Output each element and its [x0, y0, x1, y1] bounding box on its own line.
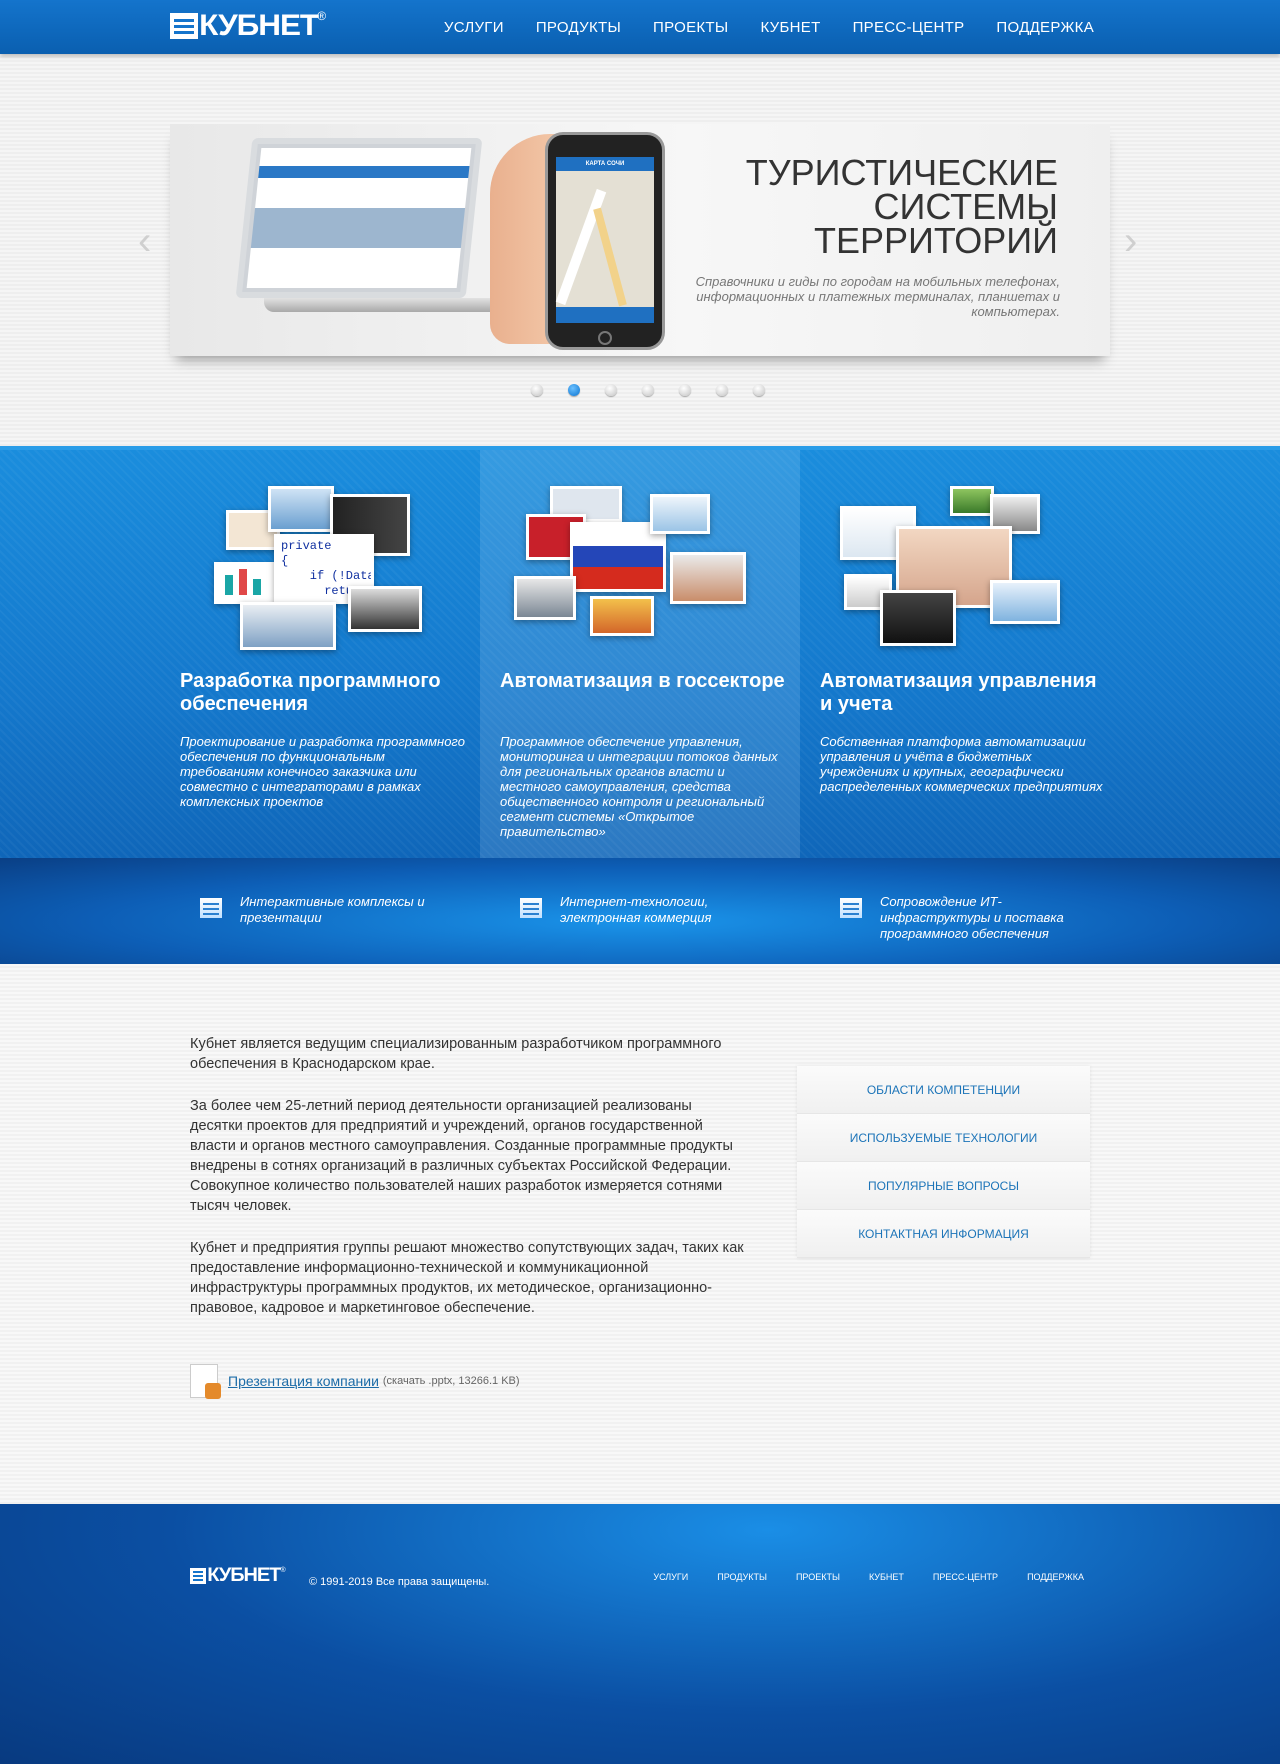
pptx-file-icon	[190, 1364, 221, 1399]
presentation-download: Презентация компании (скачать .pptx, 132…	[190, 1364, 520, 1399]
about-paragraph: Кубнет является ведущим специализированн…	[190, 1036, 722, 1072]
feature-interactive-complexes[interactable]: Интерактивные комплексы и презентации	[200, 894, 440, 926]
slider-pagination	[531, 384, 765, 396]
about-paragraph: Кубнет и предприятия группы решают множе…	[190, 1240, 744, 1316]
service-description: Программное обеспечение управления, мони…	[500, 734, 778, 839]
service-management-accounting[interactable]: Автоматизация управления и учета Собстве…	[800, 450, 1120, 862]
main-nav: УСЛУГИ ПРОДУКТЫ ПРОЕКТЫ КУБНЕТ ПРЕСС-ЦЕН…	[444, 0, 1094, 54]
document-icon	[520, 898, 542, 918]
download-file-info: (скачать .pptx, 13266.1 KB)	[382, 1375, 520, 1387]
slider-dot[interactable]	[753, 384, 765, 396]
service-title: Автоматизация управления и учета	[820, 670, 1097, 715]
slider-dot[interactable]	[531, 384, 543, 396]
service-title: Разработка программного обеспечения	[180, 670, 441, 715]
nav-link-products[interactable]: ПРОДУКТЫ	[536, 19, 621, 36]
feature-internet-technologies[interactable]: Интернет-технологии, электронная коммерц…	[520, 894, 760, 926]
slide-tourism-systems[interactable]: КАРТА СОЧИ ТУРИСТИЧЕСКИЕ СИСТЕМЫ ТЕРРИТО…	[170, 124, 1110, 356]
logo-text: КУБНЕТ	[199, 9, 319, 42]
footer-link-products[interactable]: ПРОДУКТЫ	[717, 1572, 767, 1582]
service-title: Автоматизация в госсекторе	[500, 670, 785, 692]
nav-link-projects[interactable]: ПРОЕКТЫ	[653, 19, 728, 36]
service-government-automation[interactable]: Автоматизация в госсекторе Программное о…	[480, 450, 800, 862]
nav-link-company[interactable]: КУБНЕТ	[760, 19, 820, 36]
nav-link-services[interactable]: УСЛУГИ	[444, 19, 504, 36]
footer-link-services[interactable]: УСЛУГИ	[653, 1572, 688, 1582]
hero-slider: ‹ › КАРТА СОЧИ ТУРИСТИЧЕСКИЕ СИСТЕМЫ ТЕР…	[0, 54, 1280, 446]
phone-home-button-icon	[598, 331, 612, 345]
government-collage-image	[510, 486, 750, 648]
service-description: Проектирование и разработка программного…	[180, 734, 465, 809]
presentation-download-link[interactable]: Презентация компании	[228, 1373, 379, 1389]
copyright-text: © 1991-2019 Все права защищены.	[309, 1576, 490, 1588]
footer-logo[interactable]: КУБНЕТ ®	[190, 1566, 286, 1585]
document-icon	[200, 898, 222, 918]
footer-link-press-center[interactable]: ПРЕСС-ЦЕНТР	[933, 1572, 998, 1582]
about-paragraph: За более чем 25-летний период деятельнос…	[190, 1098, 733, 1214]
service-software-development[interactable]: private { if (!DataGr return; Разработка…	[160, 450, 480, 862]
slide-title: ТУРИСТИЧЕСКИЕ СИСТЕМЫ ТЕРРИТОРИЙ	[745, 152, 1058, 261]
slider-dot[interactable]	[605, 384, 617, 396]
services-section: private { if (!DataGr return; Разработка…	[0, 446, 1280, 862]
nav-link-press-center[interactable]: ПРЕСС-ЦЕНТР	[853, 19, 965, 36]
phone-map-screen: КАРТА СОЧИ	[555, 157, 654, 323]
logo-icon	[190, 1568, 206, 1584]
top-navigation-bar: КУБНЕТ ® УСЛУГИ ПРОДУКТЫ ПРОЕКТЫ КУБНЕТ …	[0, 0, 1280, 54]
smartphone-image: КАРТА СОЧИ	[545, 132, 665, 350]
about-text: Кубнет является ведущим специализированн…	[190, 1034, 745, 1340]
logo-registered-mark: ®	[317, 9, 327, 23]
slider-dot[interactable]	[642, 384, 654, 396]
slider-dot[interactable]	[716, 384, 728, 396]
side-menu-competence-areas[interactable]: ОБЛАСТИ КОМПЕТЕНЦИИ	[797, 1066, 1090, 1114]
logo-icon	[170, 13, 198, 39]
slider-dot[interactable]	[679, 384, 691, 396]
features-strip: Интерактивные комплексы и презентации Ин…	[0, 858, 1280, 964]
slider-next-arrow-icon[interactable]: ›	[1124, 219, 1137, 264]
side-menu-faq[interactable]: ПОПУЛЯРНЫЕ ВОПРОСЫ	[797, 1162, 1090, 1210]
slider-dot-active[interactable]	[568, 384, 580, 396]
software-collage-image: private { if (!DataGr return;	[190, 486, 430, 650]
nav-link-support[interactable]: ПОДДЕРЖКА	[996, 19, 1094, 36]
footer: КУБНЕТ ® © 1991-2019 Все права защищены.…	[0, 1504, 1280, 1764]
site-logo[interactable]: КУБНЕТ ®	[170, 9, 326, 42]
side-menu-contacts[interactable]: КОНТАКТНАЯ ИНФОРМАЦИЯ	[797, 1210, 1090, 1258]
laptop-image	[235, 138, 514, 312]
side-menu: ОБЛАСТИ КОМПЕТЕНЦИИ ИСПОЛЬЗУЕМЫЕ ТЕХНОЛО…	[797, 1066, 1090, 1258]
footer-link-company[interactable]: КУБНЕТ	[869, 1572, 904, 1582]
about-section: Кубнет является ведущим специализированн…	[0, 964, 1280, 1504]
slide-description: Справочники и гиды по городам на мобильн…	[695, 274, 1060, 319]
footer-link-support[interactable]: ПОДДЕРЖКА	[1027, 1572, 1084, 1582]
slider-prev-arrow-icon[interactable]: ‹	[138, 219, 151, 264]
service-description: Собственная платформа автоматизации упра…	[820, 734, 1103, 794]
footer-link-projects[interactable]: ПРОЕКТЫ	[796, 1572, 840, 1582]
phone-map-header: КАРТА СОЧИ	[556, 157, 654, 171]
side-menu-technologies[interactable]: ИСПОЛЬЗУЕМЫЕ ТЕХНОЛОГИИ	[797, 1114, 1090, 1162]
document-icon	[840, 898, 862, 918]
business-collage-image	[830, 486, 1070, 648]
footer-nav: УСЛУГИ ПРОДУКТЫ ПРОЕКТЫ КУБНЕТ ПРЕСС-ЦЕН…	[653, 1572, 1084, 1582]
feature-it-support[interactable]: Сопровождение ИТ-инфраструктуры и постав…	[840, 894, 1080, 942]
